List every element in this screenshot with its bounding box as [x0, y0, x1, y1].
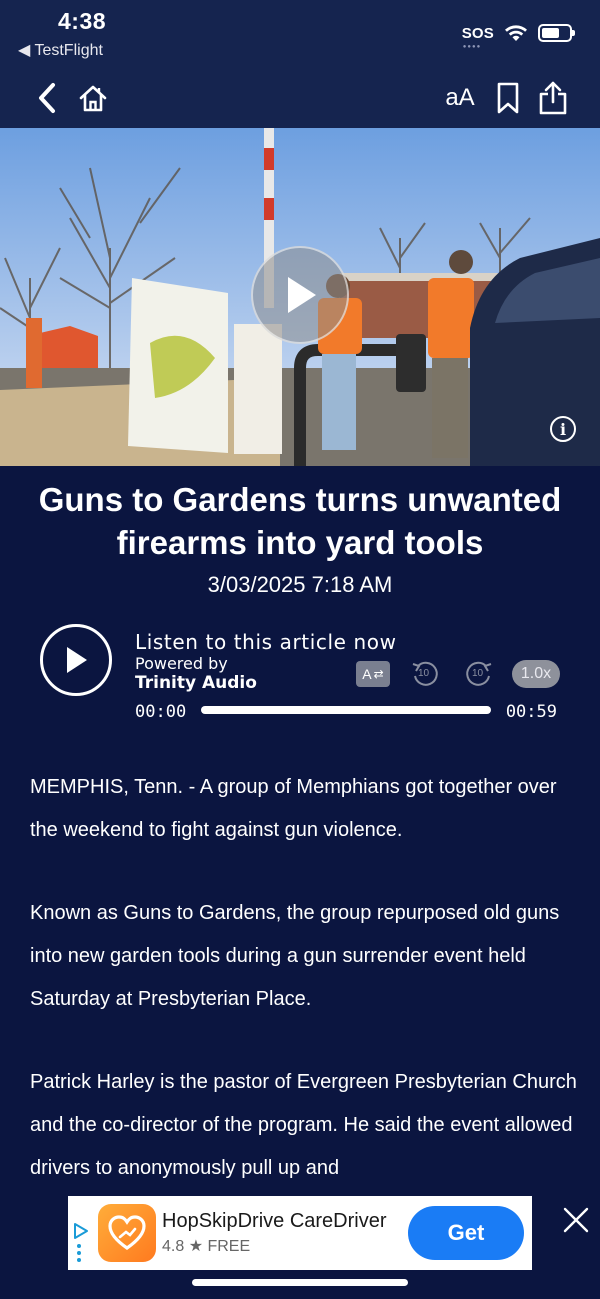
audio-current-time: 00:00: [135, 702, 187, 722]
video-play-button[interactable]: [251, 246, 349, 344]
status-bar: 4:38 ◀ TestFlight SOS ●●●●: [0, 0, 600, 68]
powered-by-label: Powered by: [135, 654, 228, 673]
ad-rating: 4.8 ★ FREE: [162, 1238, 251, 1255]
ad-close-button[interactable]: [560, 1204, 592, 1236]
share-icon: [539, 81, 567, 115]
status-time: 4:38: [58, 8, 107, 34]
sos-indicator: SOS ●●●●: [461, 24, 494, 50]
battery-level: [542, 28, 559, 38]
heart-icon: [108, 1215, 146, 1250]
audio-provider[interactable]: Trinity Audio: [135, 673, 257, 693]
audio-play-button[interactable]: [40, 624, 112, 696]
ad-get-button[interactable]: Get: [408, 1206, 524, 1260]
listen-label: Listen to this article now: [135, 630, 397, 654]
play-icon: [67, 647, 87, 673]
play-icon: [288, 277, 316, 313]
home-icon: [79, 85, 107, 112]
status-indicators: SOS ●●●●: [461, 20, 575, 50]
forward-10-button[interactable]: 10: [464, 659, 494, 689]
rewind-10-button[interactable]: 10: [410, 659, 440, 689]
back-to-app-link[interactable]: ◀ TestFlight: [18, 40, 103, 60]
video-player[interactable]: i: [0, 128, 600, 466]
article-paragraph: Known as Guns to Gardens, the group repu…: [30, 902, 560, 1010]
wifi-icon: [505, 25, 527, 41]
audio-progress-bar[interactable]: [201, 706, 491, 714]
battery-icon: [538, 24, 575, 42]
article-headline: Guns to Gardens turns unwanted firearms …: [38, 481, 562, 561]
article-paragraph: MEMPHIS, Tenn. - A group of Memphians go…: [30, 776, 557, 841]
text-size-button[interactable]: aA: [440, 78, 480, 118]
back-chevron-icon: [39, 83, 55, 113]
ad-app-name: HopSkipDrive CareDriver: [162, 1210, 387, 1232]
bookmark-icon: [497, 82, 519, 114]
translate-icon: A: [362, 666, 372, 682]
close-icon: [563, 1207, 589, 1233]
back-button[interactable]: [30, 78, 64, 118]
signal-dots-icon: ●●●●: [462, 43, 482, 50]
rewind-label: 10: [418, 668, 430, 679]
info-icon[interactable]: i: [550, 416, 576, 442]
forward-label: 10: [472, 668, 484, 679]
home-indicator[interactable]: [192, 1279, 408, 1286]
playback-speed-button[interactable]: 1.0x: [512, 660, 560, 688]
ad-choices-icon[interactable]: [72, 1222, 90, 1262]
app-icon[interactable]: [98, 1204, 156, 1262]
audio-total-time: 00:59: [505, 702, 557, 722]
ad-banner[interactable]: HopSkipDrive CareDriver 4.8 ★ FREE Get: [68, 1196, 532, 1270]
translate-button[interactable]: A ⇄: [356, 661, 390, 687]
carrier-label: SOS: [461, 24, 494, 42]
bookmark-button[interactable]: [494, 78, 522, 118]
article-date: 3/03/2025 7:18 AM: [207, 572, 393, 597]
article-paragraph: Patrick Harley is the pastor of Evergree…: [30, 1071, 577, 1179]
nav-bar: aA: [0, 68, 600, 128]
share-button[interactable]: [536, 78, 570, 118]
article-body: MEMPHIS, Tenn. - A group of Memphians go…: [30, 766, 578, 1230]
home-button[interactable]: [76, 78, 110, 118]
translate-glyph-icon: ⇄: [373, 667, 384, 681]
